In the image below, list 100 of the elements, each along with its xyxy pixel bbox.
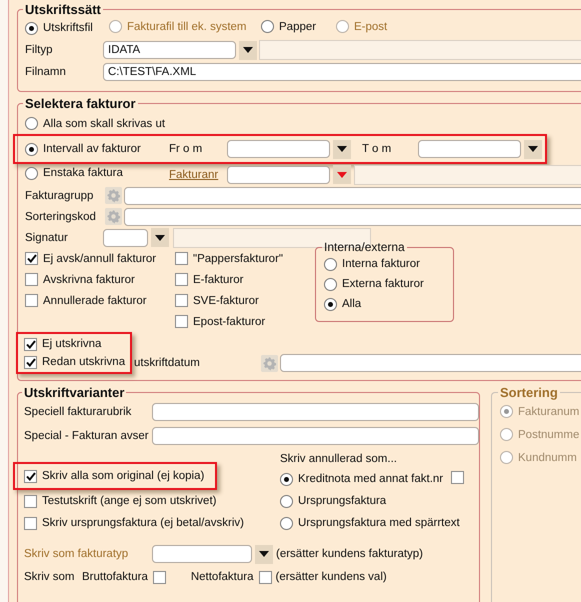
from-label: Fr o m	[169, 143, 204, 155]
option-label: Ursprungsfaktura	[298, 495, 386, 507]
option-label: Fakturafil till ek. system	[127, 20, 246, 32]
option-label: E-fakturor	[193, 274, 244, 286]
hint-text: (ersätter kundens val)	[276, 571, 387, 583]
text-field[interactable]	[124, 186, 581, 204]
option-label: Interna fakturor	[342, 258, 420, 270]
option-label: Intervall av fakturor	[43, 143, 141, 155]
radio-button[interactable]	[280, 472, 293, 486]
option-label: Redan utskrivna	[42, 356, 126, 368]
option-label: Epost-fakturor	[193, 316, 266, 328]
filetype-field[interactable]: IDATA	[103, 41, 236, 59]
option-label: Papper	[279, 20, 316, 32]
group-title: Interna/externa	[323, 240, 406, 254]
option-label: Externa fakturor	[342, 278, 424, 290]
checkbox[interactable]	[25, 252, 38, 265]
checkbox[interactable]	[25, 294, 38, 307]
group-title: Sortering	[499, 385, 559, 400]
option-label: Avskrivna fakturor	[43, 274, 135, 286]
radio-button[interactable]	[280, 494, 293, 508]
checkbox[interactable]	[24, 516, 37, 530]
option-label: Ej utskrivna	[42, 338, 102, 350]
text-field[interactable]	[152, 545, 252, 563]
checkbox[interactable]	[25, 273, 38, 286]
dropdown-button[interactable]	[524, 140, 542, 158]
text-field[interactable]	[152, 427, 479, 445]
checkbox[interactable]	[24, 338, 37, 350]
caret-icon	[528, 146, 538, 152]
filename-field[interactable]: C:\TEST\FA.XML	[103, 63, 581, 81]
text-field[interactable]	[227, 166, 330, 184]
radio-button[interactable]	[25, 117, 38, 130]
field-label: Filtyp	[25, 44, 54, 56]
radio-button[interactable]	[324, 258, 337, 270]
field-label: Sorteringskod	[25, 210, 97, 222]
dropdown-button[interactable]	[333, 140, 351, 158]
gear-icon[interactable]	[261, 354, 278, 372]
text-field[interactable]	[124, 208, 581, 226]
section-label: Skriv annullerad som...	[280, 453, 397, 465]
option-label: Bruttofaktura	[82, 571, 148, 583]
checkbox[interactable]	[24, 494, 37, 508]
option-label: Nettofaktura	[190, 571, 254, 583]
option-label: Testutskrift (ange ej som utskrivet)	[42, 495, 216, 507]
option-label: Enstaka faktura	[43, 167, 123, 179]
option-label: Annullerade fakturor	[43, 294, 147, 306]
field-label: Signatur	[25, 232, 69, 244]
radio-button[interactable]	[324, 278, 337, 290]
field-label: Skriv som fakturatyp	[24, 548, 130, 560]
radio-button[interactable]	[25, 142, 38, 156]
to-label: T o m	[362, 143, 392, 155]
caret-icon	[337, 172, 347, 178]
field-label: Filnamn	[25, 66, 67, 78]
option-label: Kundnumm	[518, 452, 577, 464]
text-field[interactable]	[227, 140, 330, 158]
group-title: Utskriftvarianter	[23, 385, 126, 400]
checkbox[interactable]	[24, 470, 37, 482]
field-label: utskriftdatum	[134, 357, 201, 369]
invoice-number-link[interactable]: Fakturanr	[169, 168, 218, 180]
radio-button[interactable]	[25, 22, 38, 34]
radio-button[interactable]	[324, 298, 337, 310]
checkbox[interactable]	[258, 570, 272, 584]
caret-icon	[155, 234, 165, 240]
option-label: Utskriftsfil	[43, 22, 93, 34]
checkbox[interactable]	[175, 294, 188, 307]
caret-icon	[259, 551, 269, 557]
field-label: Speciell fakturarubrik	[24, 406, 132, 418]
option-label: Ursprungsfaktura med spärrtext	[298, 517, 460, 529]
text-field[interactable]	[103, 228, 148, 246]
option-label: "Pappersfakturor"	[193, 252, 283, 264]
text-field[interactable]	[152, 403, 479, 421]
radio-button[interactable]	[25, 166, 38, 180]
option-label: Kreditnota med annat fakt.nr	[298, 473, 444, 485]
checkbox[interactable]	[175, 315, 188, 328]
option-label: Postnumme	[518, 428, 580, 440]
field-label: Fakturagrupp	[25, 190, 94, 202]
checkbox[interactable]	[175, 252, 188, 265]
option-label: Skriv ursprungsfaktura (ej betal/avskriv)	[42, 517, 244, 529]
radio-button[interactable]	[280, 516, 293, 530]
group-title: Selektera fakturor	[24, 96, 137, 111]
option-label: Ej avsk/annull fakturor	[43, 252, 156, 264]
dropdown-button[interactable]	[255, 544, 273, 564]
checkbox[interactable]	[152, 570, 166, 584]
option-label: Skriv alla som original (ej kopia)	[42, 470, 204, 482]
option-label: Alla	[342, 298, 362, 310]
text-field[interactable]	[280, 354, 581, 372]
option-label: SVE-fakturor	[193, 294, 259, 306]
text-field[interactable]	[418, 140, 521, 158]
caret-icon	[337, 146, 347, 152]
caret-icon	[243, 47, 253, 53]
option-label: E-post	[354, 20, 388, 32]
radio-button[interactable]	[261, 20, 274, 33]
hint-text: (ersätter kundens fakturatyp)	[276, 548, 424, 560]
dropdown-button[interactable]	[151, 228, 169, 247]
field-label: Skriv som	[24, 571, 76, 583]
dropdown-button[interactable]	[239, 40, 257, 60]
checkbox[interactable]	[451, 471, 464, 484]
group-title: Utskriftssätt	[24, 2, 102, 17]
checkbox[interactable]	[24, 356, 37, 368]
checkbox[interactable]	[175, 273, 188, 286]
option-label: Fakturanum	[518, 406, 580, 418]
field-label: Special - Fakturan avser	[24, 430, 150, 442]
